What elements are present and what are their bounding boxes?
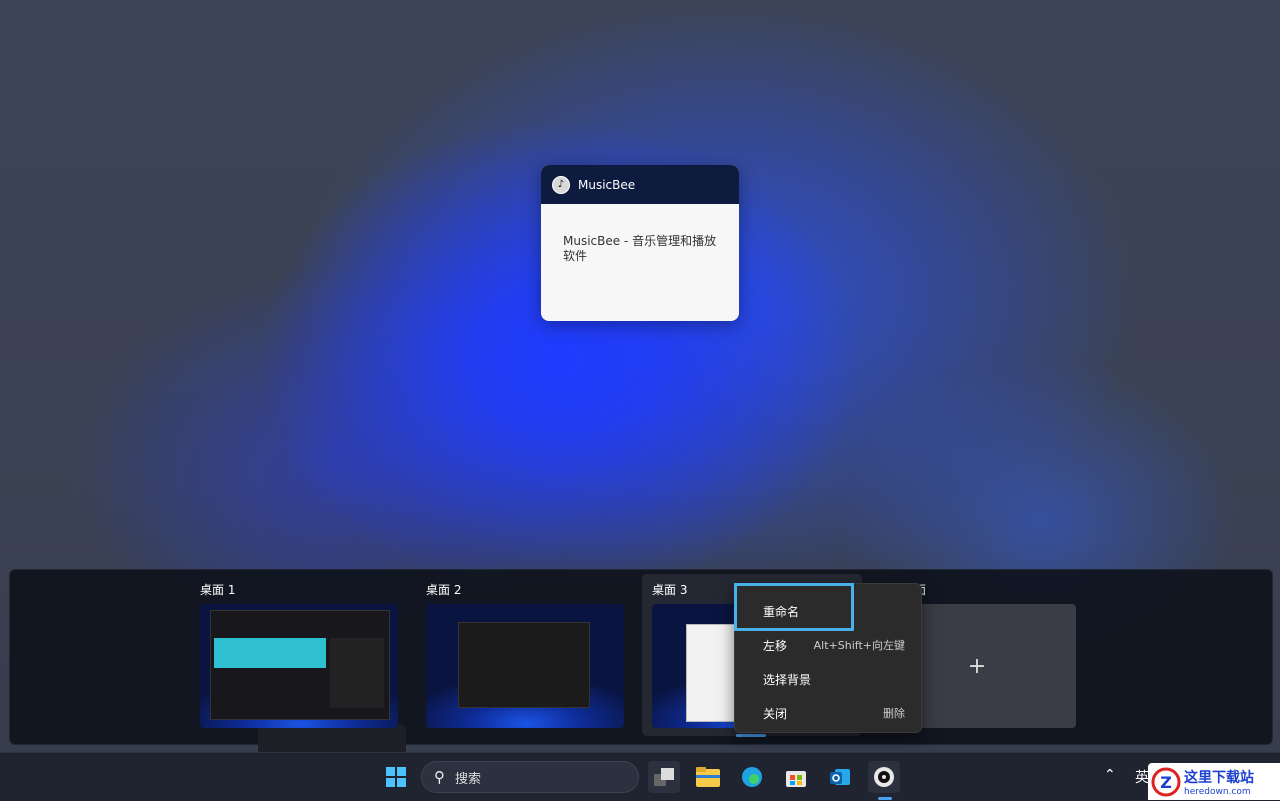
edge-icon[interactable] [736, 761, 768, 793]
taskbar-search[interactable]: ⚲ 搜索 [421, 761, 639, 793]
window-title-bar[interactable]: ♪ MusicBee [541, 165, 739, 204]
windows-start-icon[interactable] [380, 761, 412, 793]
outlook-icon[interactable] [824, 761, 856, 793]
window-title: MusicBee [578, 177, 636, 192]
plus-icon: + [967, 653, 987, 679]
desktop-1[interactable]: 桌面 1 [200, 576, 398, 728]
musicbee-icon[interactable] [868, 761, 900, 793]
desktop-thumbnail[interactable] [200, 604, 398, 728]
store-icon[interactable] [780, 761, 812, 793]
desktop-switcher: 桌面 1 桌面 2 桌面 3 新建桌面 + [9, 569, 1273, 758]
search-icon: ⚲ [434, 768, 445, 786]
musicbee-icon: ♪ [552, 175, 570, 194]
window-description: MusicBee - 音乐管理和播放软件 [563, 234, 717, 263]
watermark-cn: 这里下载站 [1184, 769, 1254, 786]
menu-item-close[interactable]: 关闭 删除 [735, 696, 921, 730]
desktop-2[interactable]: 桌面 2 [426, 576, 624, 728]
site-watermark: Z 这里下载站 heredown.com [1148, 763, 1280, 800]
desktop-label: 桌面 1 [200, 583, 236, 597]
task-view-icon[interactable] [648, 761, 680, 793]
file-explorer-icon[interactable] [692, 761, 724, 793]
keyboard-focus-ring [734, 583, 854, 631]
svg-text:Z: Z [1160, 773, 1172, 792]
desktop-thumbnail[interactable] [426, 604, 624, 728]
search-label: 搜索 [455, 771, 482, 787]
taskbar: ⚲ 搜索 ⌃ 英 [0, 752, 1280, 801]
watermark-logo-icon: Z [1148, 765, 1184, 799]
menu-item-choose-background[interactable]: 选择背景 [735, 662, 921, 696]
watermark-en: heredown.com [1184, 786, 1251, 797]
chevron-up-icon[interactable]: ⌃ [1104, 767, 1116, 783]
scroll-indicator [736, 734, 766, 737]
input-language[interactable]: 英 [1135, 767, 1149, 787]
desktop-label: 桌面 2 [426, 583, 462, 597]
menu-item-move-left[interactable]: 左移 Alt+Shift+向左键 [735, 628, 921, 662]
musicbee-window-preview[interactable]: ♪ MusicBee MusicBee - 音乐管理和播放软件 [541, 165, 739, 321]
